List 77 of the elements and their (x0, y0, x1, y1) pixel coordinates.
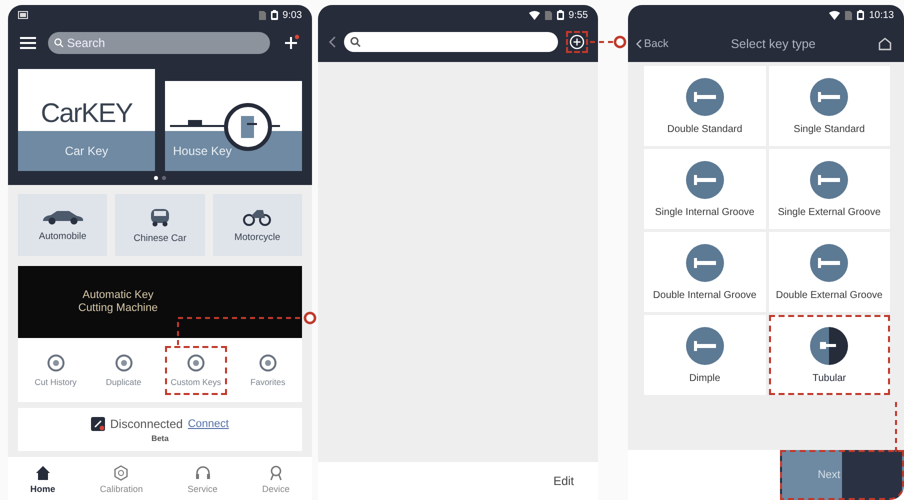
category-label: Chinese Car (134, 232, 186, 244)
headset-icon (194, 465, 211, 481)
car-key-logo: CarKEY (40, 98, 132, 130)
key-type-option[interactable]: Double External Groove (768, 232, 890, 312)
search-icon (54, 38, 64, 48)
key-icon (810, 160, 848, 198)
key-type-option[interactable]: Single Standard (768, 66, 890, 146)
key-type-option[interactable]: Dimple (644, 315, 766, 395)
search-icon (350, 36, 361, 47)
sim-card-icon (258, 10, 266, 20)
car-icon (40, 208, 85, 224)
battery-icon (556, 10, 564, 20)
key-icon (686, 244, 724, 282)
category-label: Automobile (38, 230, 86, 242)
nav-tab[interactable]: Service (182, 464, 224, 495)
motorcycle-icon (243, 208, 272, 226)
tool-button[interactable]: Cut History (28, 346, 83, 394)
tubular-key-icon (810, 326, 848, 364)
channel-label: Beta (151, 434, 169, 442)
plus-icon[interactable] (282, 34, 300, 52)
nav-tab[interactable]: Home (24, 464, 62, 495)
tool-button[interactable]: Custom Keys (164, 346, 228, 394)
search-field[interactable]: Search (48, 32, 270, 54)
key-type-option[interactable]: Double Internal Groove (644, 232, 766, 312)
key-icon (686, 78, 724, 116)
status-time: 9:03 (282, 10, 302, 20)
sim-card-icon (844, 10, 852, 20)
key-type-option[interactable]: Tubular (768, 315, 890, 395)
key-type-option[interactable]: Single External Groove (768, 149, 890, 229)
status-time: 9:55 (568, 10, 588, 20)
status-time: 10:13 (868, 10, 894, 20)
back-button[interactable]: Back (636, 38, 668, 50)
custom-keys-icon (186, 354, 205, 372)
nav-tab[interactable]: Device (256, 464, 296, 495)
menu-icon[interactable] (20, 36, 36, 50)
key-type-option[interactable]: Single Internal Groove (644, 149, 766, 229)
banner-title: Automatic Key Cutting Machine (78, 288, 158, 316)
category-tile[interactable]: Automobile (18, 194, 108, 256)
category-tile[interactable]: Chinese Car (115, 194, 205, 256)
search-field[interactable] (344, 32, 558, 52)
connect-link[interactable]: Connect (188, 418, 229, 430)
connection-status: Disconnected (110, 416, 183, 430)
screen-icon (18, 10, 28, 20)
tool-button[interactable]: Favorites (244, 346, 292, 394)
page-dot[interactable] (154, 176, 158, 180)
home-icon[interactable] (878, 36, 892, 50)
device-status-icon (91, 416, 106, 430)
home-icon (34, 465, 51, 481)
key-icon (686, 160, 724, 198)
gear-icon (113, 465, 130, 481)
history-icon (46, 354, 65, 372)
back-icon[interactable] (328, 36, 336, 48)
key-type-option[interactable]: Double Standard (644, 66, 766, 146)
tool-button[interactable]: Duplicate (100, 346, 148, 394)
nav-tab[interactable]: Calibration (94, 464, 149, 495)
sim-card-icon (544, 10, 552, 20)
page-dot[interactable] (162, 176, 166, 180)
edit-button[interactable]: Edit (547, 473, 580, 489)
battery-icon (856, 10, 864, 20)
key-icon (686, 326, 724, 364)
favorites-icon (258, 354, 277, 372)
add-button[interactable] (566, 30, 588, 52)
car-front-icon (148, 206, 171, 226)
card-label: Car Key (18, 131, 155, 171)
screen-title: Select key type (730, 36, 817, 50)
key-icon (810, 244, 848, 282)
battery-icon (270, 10, 278, 20)
back-icon (636, 38, 642, 48)
category-label: Motorcycle (234, 232, 280, 242)
medal-icon (268, 465, 284, 481)
leader-line (590, 36, 626, 48)
add-icon (569, 34, 585, 50)
leader-line (895, 402, 897, 452)
duplicate-icon (114, 354, 133, 372)
category-tile[interactable]: Motorcycle (212, 194, 302, 256)
key-icon (810, 78, 848, 116)
car-key-card[interactable]: CarKEY Car Key (18, 69, 155, 171)
